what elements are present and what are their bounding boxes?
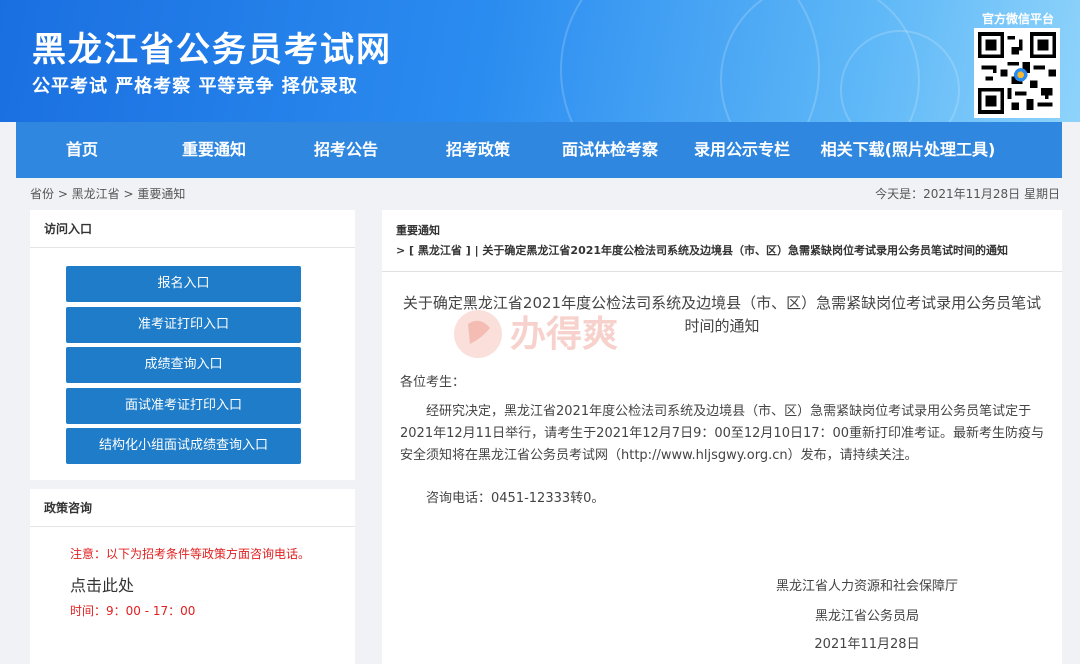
policy-panel: 政策咨询 注意：以下为招考条件等政策方面咨询电话。 点击此处 时间：9：00 -… bbox=[30, 489, 355, 664]
site-slogan: 公平考试 严格考察 平等竞争 择优录取 bbox=[32, 76, 358, 97]
nav-item-home[interactable]: 首页 bbox=[16, 122, 148, 178]
article-path[interactable]: > [ 黑龙江省 ] | 关于确定黑龙江省2021年度公检法司系统及边境县（市、… bbox=[396, 244, 1048, 258]
click-here-link[interactable]: 点击此处 bbox=[70, 572, 134, 596]
today-date: 今天是：2021年11月28日 星期日 bbox=[875, 187, 1060, 201]
qr-code-icon bbox=[974, 28, 1060, 118]
nav-item-downloads[interactable]: 相关下载(照片处理工具) bbox=[808, 122, 1008, 178]
article-phone: 咨询电话：0451-12333转0。 bbox=[426, 491, 605, 506]
main-nav: 首页 重要通知 招考公告 招考政策 面试体检考察 录用公示专栏 相关下载(照片处… bbox=[16, 122, 1062, 178]
score-query-button[interactable]: 成绩查询入口 bbox=[66, 347, 301, 383]
wechat-label: 官方微信平台 bbox=[981, 12, 1054, 26]
article-section-label: 重要通知 bbox=[396, 224, 440, 237]
nav-item-hiring-public[interactable]: 录用公示专栏 bbox=[676, 122, 808, 178]
registration-entry-button[interactable]: 报名入口 bbox=[66, 266, 301, 302]
admission-ticket-print-button[interactable]: 准考证打印入口 bbox=[66, 307, 301, 343]
watermark-logo-icon: 办得爽 bbox=[454, 310, 618, 358]
breadcrumb[interactable]: 省份 > 黑龙江省 > 重要通知 bbox=[30, 185, 185, 202]
article-salutation: 各位考生： bbox=[400, 375, 466, 390]
nav-item-announcements[interactable]: 招考公告 bbox=[280, 122, 412, 178]
interview-ticket-print-button[interactable]: 面试准考证打印入口 bbox=[66, 388, 301, 424]
article-date: 2021年11月28日 bbox=[814, 637, 920, 652]
service-hours: 时间：9：00 - 17：00 bbox=[70, 604, 196, 618]
article-panel: 重要通知 > [ 黑龙江省 ] | 关于确定黑龙江省2021年度公检法司系统及边… bbox=[382, 210, 1062, 664]
site-header: 黑龙江省公务员考试网 公平考试 严格考察 平等竞争 择优录取 官方微信平台 bbox=[0, 0, 1080, 122]
group-interview-score-button[interactable]: 结构化小组面试成绩查询入口 bbox=[66, 428, 301, 464]
nav-item-policy[interactable]: 招考政策 bbox=[412, 122, 544, 178]
access-panel-title: 访问入口 bbox=[30, 210, 355, 248]
watermark: 办得爽 bbox=[448, 298, 658, 368]
site-title: 黑龙江省公务员考试网 bbox=[32, 30, 392, 70]
policy-notice: 注意：以下为招考条件等政策方面咨询电话。 bbox=[70, 547, 311, 561]
nav-item-interview[interactable]: 面试体检考察 bbox=[544, 122, 676, 178]
nav-item-notices[interactable]: 重要通知 bbox=[148, 122, 280, 178]
article-body: 经研究决定，黑龙江省2021年度公检法司系统及边境县（市、区）急需紧缺岗位考试录… bbox=[400, 404, 1045, 463]
policy-panel-title: 政策咨询 bbox=[30, 489, 355, 527]
access-panel: 访问入口 报名入口 准考证打印入口 成绩查询入口 面试准考证打印入口 结构化小组… bbox=[30, 210, 355, 480]
article-header: 重要通知 > [ 黑龙江省 ] | 关于确定黑龙江省2021年度公检法司系统及边… bbox=[382, 210, 1062, 272]
article-signature-2: 黑龙江省公务员局 bbox=[814, 609, 919, 624]
watermark-text: 办得爽 bbox=[510, 314, 618, 355]
article-signature-1: 黑龙江省人力资源和社会保障厅 bbox=[775, 579, 958, 594]
